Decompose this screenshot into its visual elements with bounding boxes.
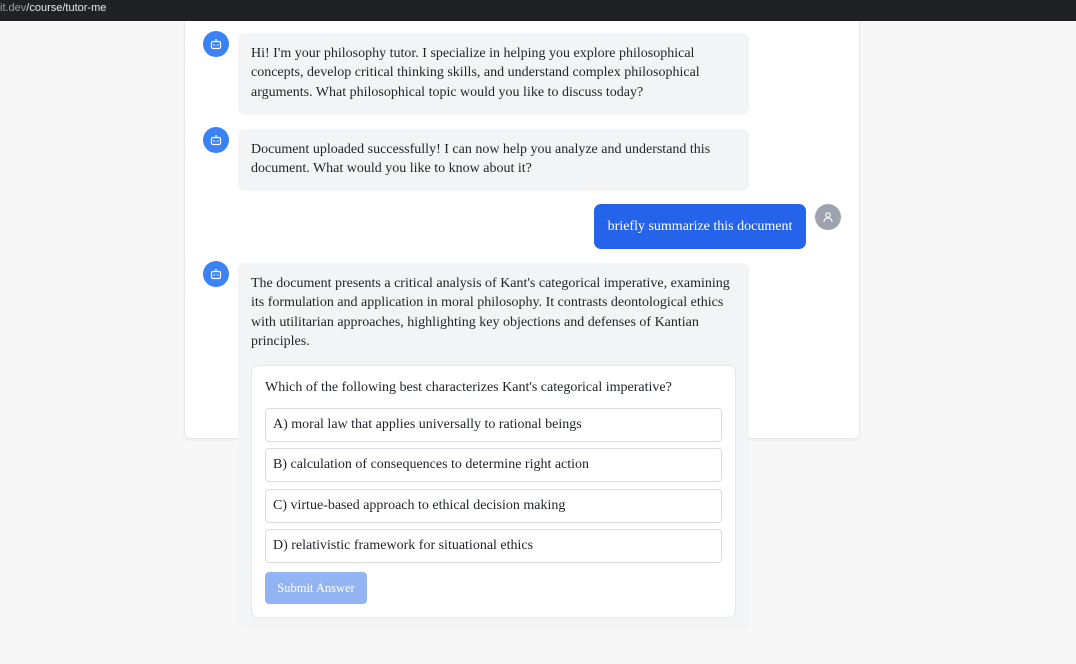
robot-icon (210, 269, 222, 280)
bot-avatar (203, 31, 229, 57)
bot-message: Document uploaded successfully! I can no… (238, 129, 749, 191)
address-bar[interactable]: it.dev/course/tutor-me (0, 0, 1076, 21)
submit-answer-button[interactable]: Submit Answer (265, 572, 367, 604)
bot-message-text: The document presents a critical analysi… (251, 276, 730, 349)
quiz-option-a[interactable]: A) moral law that applies universally to… (265, 408, 722, 442)
bot-avatar (203, 261, 229, 287)
user-message: briefly summarize this document (594, 204, 806, 249)
quiz-card: Which of the following best characterize… (251, 365, 736, 618)
url-path: /course/tutor-me (26, 2, 107, 14)
url-domain: it.dev (0, 2, 27, 14)
bot-avatar (203, 127, 229, 153)
quiz-question: Which of the following best characterize… (265, 380, 672, 395)
user-icon (823, 212, 833, 223)
robot-icon (210, 39, 222, 50)
robot-icon (210, 135, 222, 146)
bot-message: Hi! I'm your philosophy tutor. I special… (238, 33, 749, 115)
quiz-option-b[interactable]: B) calculation of consequences to determ… (265, 448, 722, 482)
quiz-option-c[interactable]: C) virtue-based approach to ethical deci… (265, 489, 722, 523)
user-avatar (815, 204, 841, 230)
quiz-option-d[interactable]: D) relativistic framework for situationa… (265, 529, 722, 563)
